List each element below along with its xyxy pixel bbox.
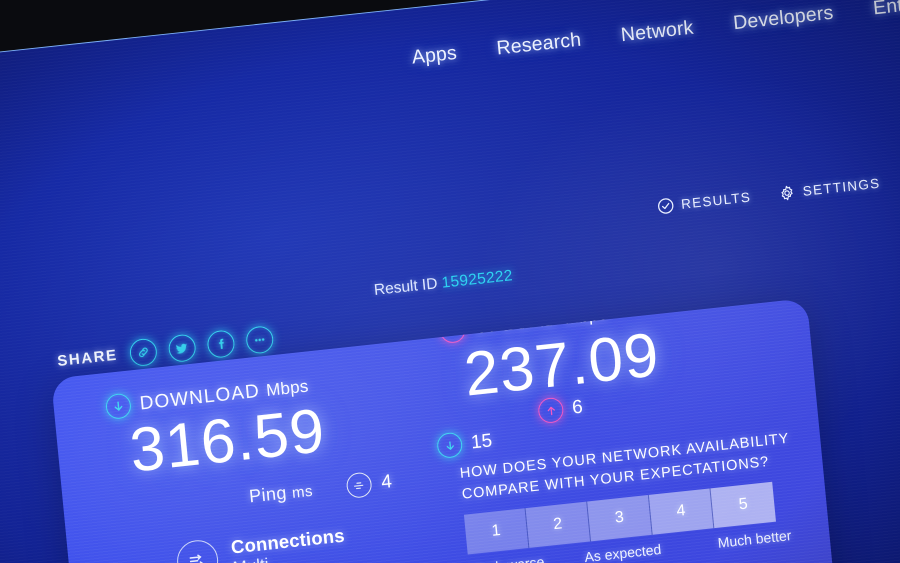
- upload-latency: 6: [537, 395, 584, 425]
- check-circle-icon: [656, 197, 675, 216]
- nav-item-developers[interactable]: Developers: [732, 2, 834, 36]
- survey-option-3[interactable]: 3: [587, 494, 653, 542]
- survey-option-2[interactable]: 2: [525, 501, 592, 548]
- more-ellipsis-icon[interactable]: [244, 325, 274, 355]
- upload-latency-value: 6: [571, 396, 584, 419]
- nav-item-network[interactable]: Network: [620, 17, 695, 48]
- twitter-icon[interactable]: [166, 333, 197, 364]
- nav-item-research[interactable]: Research: [496, 29, 583, 61]
- result-id-label: Result ID: [373, 275, 439, 299]
- upload-latency-icon: [537, 396, 565, 425]
- download-unit: Mbps: [265, 376, 310, 400]
- download-latency: 15: [436, 428, 494, 460]
- ping-unit: ms: [291, 482, 314, 502]
- link-icon[interactable]: [128, 337, 158, 368]
- settings-label: SETTINGS: [802, 175, 882, 199]
- download-latency-value: 15: [470, 429, 494, 453]
- nav-item-enterprise[interactable]: Enterpri: [872, 0, 900, 20]
- share-label: SHARE: [56, 346, 119, 370]
- nav-item-apps[interactable]: Apps: [411, 42, 458, 70]
- gear-icon: [778, 184, 797, 203]
- main-navigation: Apps Research Network Developers Enterpr…: [411, 0, 900, 70]
- survey-option-1[interactable]: 1: [463, 508, 530, 555]
- upload-metric: UPLOAD Mbps 237.09: [439, 298, 663, 410]
- survey-label-high: Much better: [717, 527, 793, 551]
- connections-title: Connections: [229, 524, 346, 558]
- upload-unit: Mbps: [563, 303, 608, 328]
- result-id: Result ID 15925222: [373, 267, 513, 300]
- survey-option-4[interactable]: 4: [648, 488, 715, 535]
- ping-label: Ping: [248, 482, 288, 507]
- upload-value: 237.09: [461, 320, 663, 410]
- facebook-icon[interactable]: [205, 329, 236, 359]
- results-settings-bar: RESULTS SETTINGS: [656, 175, 881, 216]
- connections-icon: [175, 538, 220, 563]
- speedtest-page: Apps Research Network Developers Enterpr…: [0, 0, 900, 563]
- survey-option-5[interactable]: 5: [710, 481, 776, 529]
- download-metric: DOWNLOAD Mbps 316.59: [104, 372, 329, 486]
- connections-info: Connections Multi: [175, 525, 347, 563]
- settings-button[interactable]: SETTINGS: [778, 175, 881, 203]
- download-latency-icon: [436, 431, 464, 460]
- ping-metric: Ping ms 4: [248, 469, 393, 509]
- results-button[interactable]: RESULTS: [656, 188, 752, 216]
- survey-label-low: Much worse: [468, 554, 545, 563]
- survey-label-mid: As expected: [583, 541, 662, 563]
- results-label: RESULTS: [680, 189, 752, 212]
- photo-of-monitor: Apps Research Network Developers Enterpr…: [0, 0, 900, 563]
- network-survey: HOW DOES YOUR NETWORK AVAILABILITY COMPA…: [459, 429, 800, 563]
- result-id-value[interactable]: 15925222: [441, 267, 514, 292]
- download-value: 316.59: [127, 396, 329, 486]
- ping-value: 4: [380, 470, 393, 493]
- idle-latency-icon: [345, 471, 373, 499]
